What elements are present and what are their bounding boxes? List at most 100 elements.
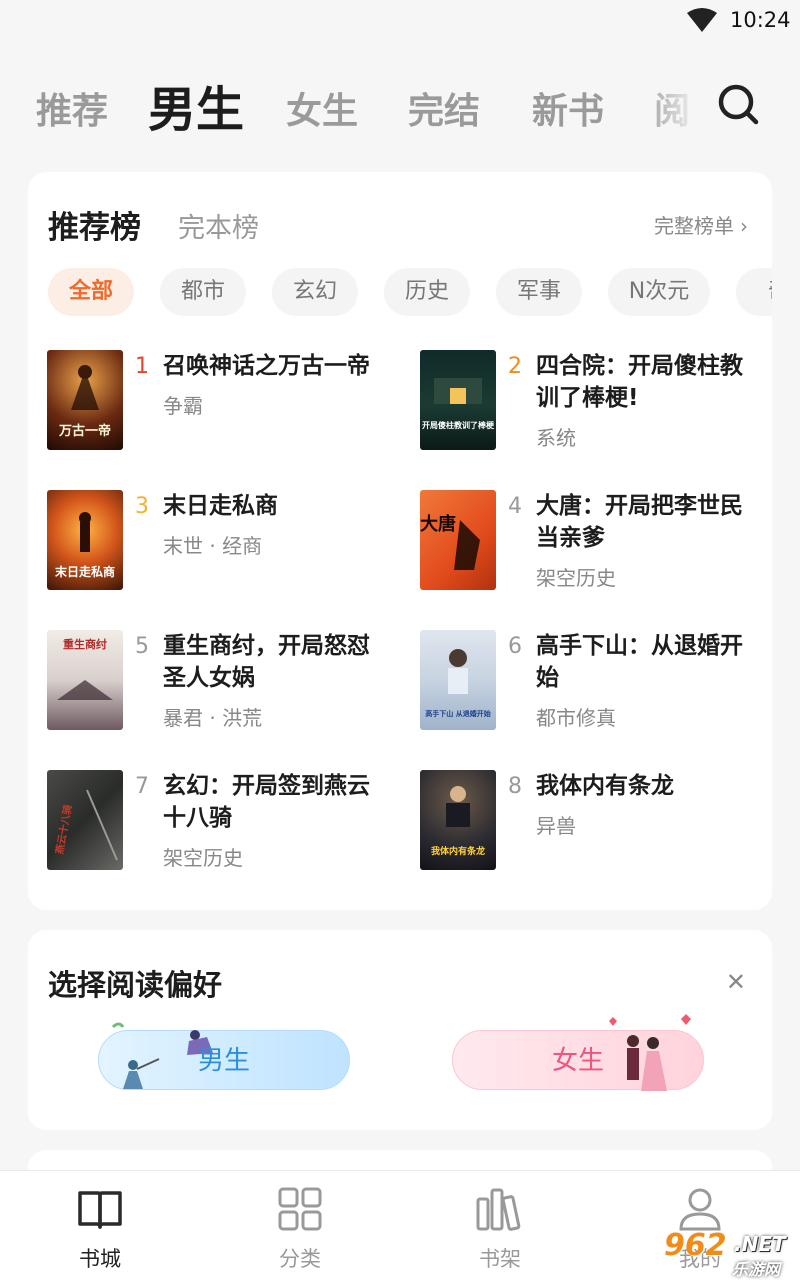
cover-art: 重生商纣 bbox=[57, 637, 113, 700]
top-nav: 推荐 男生 女生 完结 新书 阅 bbox=[0, 68, 800, 140]
tab-completed-rank[interactable]: 完本榜 bbox=[178, 206, 259, 245]
book-tag: 架空历史 bbox=[163, 846, 243, 870]
book-cover: 大唐 bbox=[420, 490, 496, 590]
male-preference-button[interactable]: 男生 bbox=[98, 1022, 350, 1090]
book-cover: 重生商纣 bbox=[47, 630, 123, 730]
book-tag: 末世 · 经商 bbox=[163, 534, 263, 558]
nav-label: 书城 bbox=[79, 1247, 121, 1271]
book-title: 末日走私商 bbox=[163, 493, 278, 519]
book-title: 重生商纣，开局怒怼圣人女娲 bbox=[163, 633, 370, 691]
genre-chips: 全部 都市 玄幻 历史 军事 N次元 奇 bbox=[28, 268, 772, 318]
cover-title: 重生商纣 bbox=[63, 637, 107, 651]
cover-title: 大唐 bbox=[420, 513, 456, 535]
cover-title: 高手下山 从退婚开始 bbox=[425, 709, 490, 718]
book-tag: 都市修真 bbox=[536, 706, 616, 730]
grid-icon bbox=[278, 1187, 322, 1231]
book-item-3[interactable]: 末日走私商 3 末日走私商 末世 · 经商 bbox=[47, 490, 387, 600]
book-item-8[interactable]: 我体内有条龙 8 我体内有条龙 异兽 bbox=[420, 770, 760, 880]
nav-label: 书架 bbox=[479, 1247, 521, 1271]
watermark-domain: .NET bbox=[734, 1232, 786, 1256]
tab-male[interactable]: 男生 bbox=[148, 70, 244, 140]
tab-new-books[interactable]: 新书 bbox=[532, 82, 604, 134]
watermark-brand: 962 bbox=[664, 1228, 727, 1263]
chip-fantasy[interactable]: 玄幻 bbox=[272, 268, 358, 316]
book-title: 高手下山：从退婚开始 bbox=[536, 633, 743, 691]
book-item-5[interactable]: 重生商纣 5 重生商纣，开局怒怼圣人女娲 暴君 · 洪荒 bbox=[47, 630, 387, 740]
cover-title: 末日走私商 bbox=[55, 564, 115, 579]
nav-bookshelf[interactable]: 书架 bbox=[440, 1187, 560, 1273]
chip-all[interactable]: 全部 bbox=[48, 268, 134, 316]
book-cover: 万古一帝 bbox=[47, 350, 123, 450]
book-title: 大唐：开局把李世民当亲爹 bbox=[536, 493, 743, 551]
cover-art: 万古一帝 bbox=[58, 365, 111, 439]
tab-completed[interactable]: 完结 bbox=[408, 82, 480, 134]
chip-history[interactable]: 历史 bbox=[384, 268, 470, 316]
book-cover: 燕云十八骑 bbox=[47, 770, 123, 870]
site-watermark: 962 .NET 乐游网 bbox=[664, 1228, 798, 1279]
rank-number: 3 bbox=[135, 494, 149, 519]
cover-title: 燕云十八骑 bbox=[53, 804, 74, 855]
book-cover: 我体内有条龙 bbox=[420, 770, 496, 870]
rank-number: 1 bbox=[135, 354, 149, 379]
reading-preference-card: 选择阅读偏好 ✕ 男生 女生 bbox=[28, 930, 772, 1130]
book-item-7[interactable]: 燕云十八骑 7 玄幻：开局签到燕云十八骑 架空历史 bbox=[47, 770, 387, 880]
preference-title: 选择阅读偏好 bbox=[48, 968, 223, 1002]
rank-number: 5 bbox=[135, 634, 149, 659]
rank-number: 2 bbox=[508, 354, 522, 379]
book-open-icon bbox=[78, 1191, 122, 1229]
female-label: 女生 bbox=[551, 1046, 604, 1076]
cover-art: 末日走私商 bbox=[55, 512, 115, 579]
chip-urban[interactable]: 都市 bbox=[160, 268, 246, 316]
tab-recommend-rank[interactable]: 推荐榜 bbox=[48, 202, 141, 247]
close-icon[interactable]: ✕ bbox=[726, 968, 746, 996]
rank-number: 6 bbox=[508, 634, 522, 659]
book-tag: 架空历史 bbox=[536, 566, 616, 590]
cover-art: 我体内有条龙 bbox=[431, 786, 485, 857]
tab-female[interactable]: 女生 bbox=[286, 82, 358, 134]
book-title: 玄幻：开局签到燕云十八骑 bbox=[163, 773, 370, 831]
book-item-4[interactable]: 大唐 4 大唐：开局把李世民当亲爹 架空历史 bbox=[420, 490, 760, 600]
rank-number: 4 bbox=[508, 494, 522, 519]
book-tag: 争霸 bbox=[163, 394, 203, 418]
chip-military[interactable]: 军事 bbox=[496, 268, 582, 316]
watermark-site: 乐游网 bbox=[732, 1260, 781, 1279]
nav-bookstore[interactable]: 书城 bbox=[40, 1187, 160, 1273]
book-tag: 系统 bbox=[536, 426, 576, 450]
cover-title: 开局傻柱教训了棒梗 bbox=[422, 420, 495, 430]
search-icon[interactable] bbox=[716, 82, 760, 126]
bookshelf-icon bbox=[476, 1188, 521, 1231]
status-bar: 10:24 bbox=[0, 0, 800, 44]
full-ranking-label: 完整榜单 bbox=[654, 214, 734, 238]
book-item-2[interactable]: 开局傻柱教训了棒梗 2 四合院：开局傻柱教训了棒梗! 系统 bbox=[420, 350, 760, 460]
cover-art: 高手下山 从退婚开始 bbox=[425, 649, 491, 718]
book-item-6[interactable]: 高手下山 从退婚开始 6 高手下山：从退婚开始 都市修真 bbox=[420, 630, 760, 740]
user-icon bbox=[679, 1188, 721, 1231]
book-tag: 异兽 bbox=[536, 814, 576, 838]
cover-title: 我体内有条龙 bbox=[431, 845, 485, 857]
book-title: 我体内有条龙 bbox=[536, 773, 674, 799]
book-item-1[interactable]: 万古一帝 1 召唤神话之万古一帝 争霸 bbox=[47, 350, 387, 460]
nav-category[interactable]: 分类 bbox=[240, 1187, 360, 1273]
book-cover: 末日走私商 bbox=[47, 490, 123, 590]
book-cover: 高手下山 从退婚开始 bbox=[420, 630, 496, 730]
wifi-icon bbox=[687, 8, 717, 32]
rank-number: 8 bbox=[508, 774, 522, 799]
chip-more-partial[interactable]: 奇 bbox=[736, 268, 772, 316]
clock: 10:24 bbox=[730, 8, 791, 32]
tab-fade-overlay bbox=[640, 68, 710, 140]
ranking-card: 推荐榜 完本榜 完整榜单› 全部 都市 玄幻 历史 军事 N次元 奇 万古一帝 … bbox=[28, 172, 772, 910]
cover-art: 燕云十八骑 bbox=[53, 789, 118, 861]
tab-recommend[interactable]: 推荐 bbox=[36, 82, 108, 134]
female-preference-button[interactable]: 女生 bbox=[452, 1014, 704, 1091]
nav-label: 分类 bbox=[279, 1247, 321, 1271]
book-title: 召唤神话之万古一帝 bbox=[163, 353, 370, 379]
chip-n-dimension[interactable]: N次元 bbox=[608, 268, 710, 316]
book-cover: 开局傻柱教训了棒梗 bbox=[420, 350, 496, 450]
chevron-right-icon: › bbox=[740, 214, 748, 238]
cover-title: 万古一帝 bbox=[58, 423, 111, 439]
cover-art: 大唐 bbox=[420, 513, 480, 570]
male-label: 男生 bbox=[197, 1046, 250, 1076]
cover-art: 开局傻柱教训了棒梗 bbox=[422, 378, 495, 430]
full-ranking-link[interactable]: 完整榜单 › bbox=[654, 210, 748, 239]
book-title: 四合院：开局傻柱教训了棒梗! bbox=[536, 353, 743, 411]
